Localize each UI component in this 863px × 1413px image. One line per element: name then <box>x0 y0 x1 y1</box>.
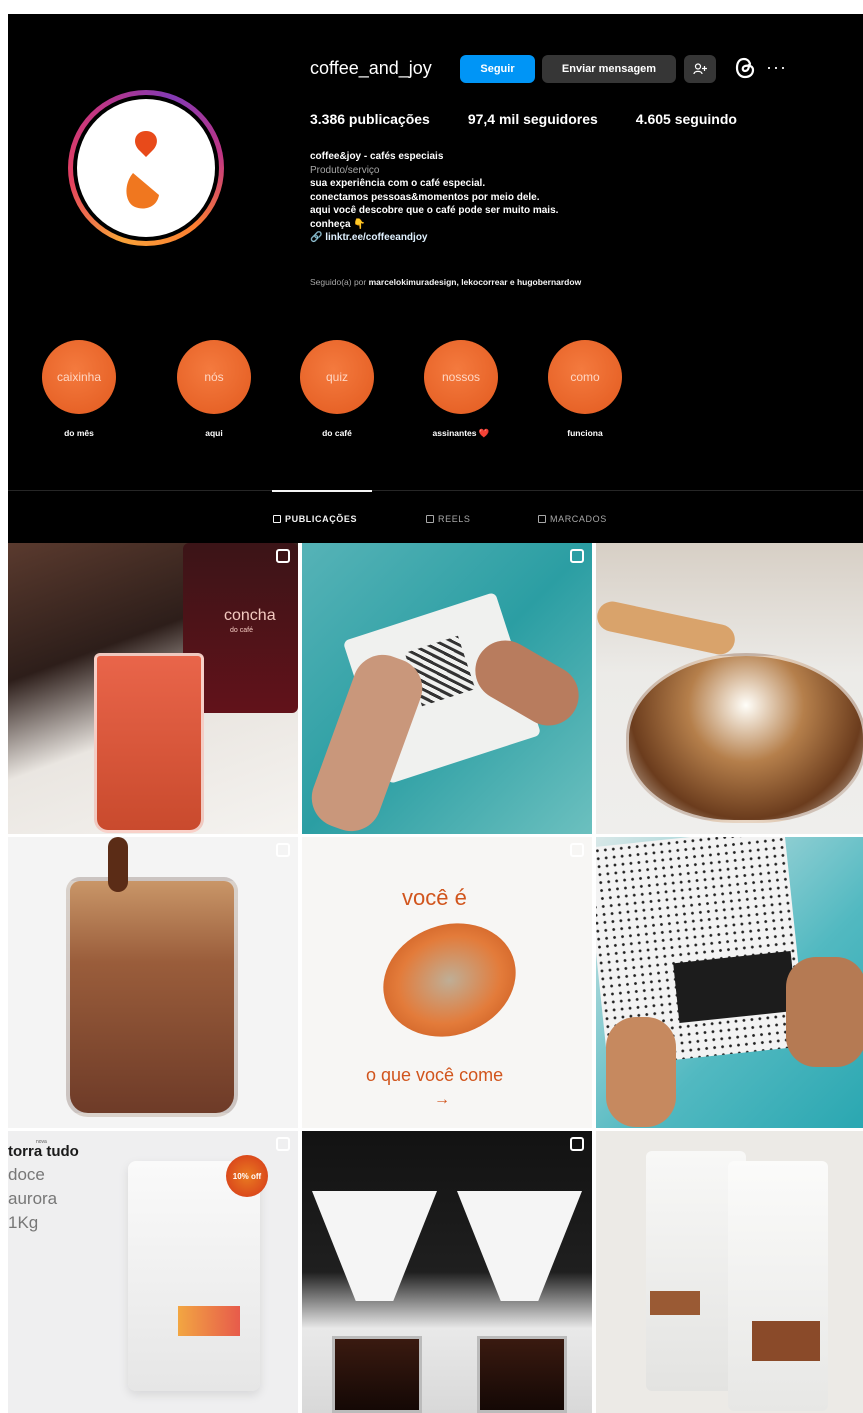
tab-marcados[interactable]: MARCADOS <box>538 514 607 524</box>
post-tile[interactable] <box>302 543 592 834</box>
follow-button[interactable]: Seguir <box>460 55 535 83</box>
bio-line: conectamos pessoas&momentos por meio del… <box>310 191 540 203</box>
iced-coffee-glass-image <box>66 877 238 1117</box>
discount-badge: 10% off <box>226 1155 268 1197</box>
highlight-label: funciona <box>567 428 603 438</box>
post-tile[interactable] <box>302 1131 592 1413</box>
highlight-label: do café <box>322 428 352 438</box>
coffee-server-image <box>477 1336 567 1413</box>
post-tile[interactable]: nova torra tudo doce aurora 1Kg 10% off <box>8 1131 298 1413</box>
tabs-divider <box>8 490 863 491</box>
bag-label-image <box>178 1306 240 1336</box>
arrow-right-icon: → <box>434 1091 450 1108</box>
tab-reels[interactable]: REELS <box>426 514 471 524</box>
highlight-label: aqui <box>205 428 223 438</box>
post-subline: o que você come <box>366 1065 504 1085</box>
highlight-label: assinantes ❤️ <box>432 428 490 438</box>
package-label-image <box>673 950 797 1024</box>
send-message-button[interactable]: Enviar mensagem <box>542 55 676 83</box>
hand-image <box>606 1017 676 1127</box>
coffee-server-image <box>332 1336 422 1413</box>
more-options-icon[interactable]: ··· <box>766 57 787 78</box>
hand-image <box>786 957 863 1067</box>
coffee-cherry-image <box>367 905 532 1055</box>
post-tile[interactable]: você é o que você come → <box>302 837 592 1128</box>
carousel-icon <box>276 1137 290 1151</box>
post-tile[interactable] <box>8 837 298 1128</box>
biscuit-image <box>596 598 738 658</box>
highlight-quiz[interactable]: quiz do café <box>298 340 376 438</box>
post-text-line: aurora <box>8 1189 58 1208</box>
profile-header: coffee_and_joy Seguir Enviar mensagem ··… <box>8 14 863 543</box>
grid-icon <box>273 515 281 523</box>
bag-label-image <box>650 1291 700 1315</box>
reels-icon <box>426 515 434 523</box>
add-person-icon <box>693 63 707 75</box>
post-text-line: doce <box>8 1165 45 1184</box>
avatar[interactable] <box>68 90 224 246</box>
link-icon: 🔗 <box>310 232 326 243</box>
followed-by-prefix: Seguido(a) por <box>310 277 367 287</box>
brand-logo-icon <box>126 131 159 209</box>
tagged-icon <box>538 515 546 523</box>
reel-icon <box>276 549 290 563</box>
highlight-cover: nossos <box>424 340 498 414</box>
bio-link-text[interactable]: linktr.ee/coffeeandjoy <box>325 232 427 243</box>
tab-label: MARCADOS <box>550 514 607 524</box>
threads-icon[interactable] <box>732 54 758 82</box>
profile-stats: 3.386 publicações 97,4 mil seguidores 4.… <box>310 111 737 127</box>
carousel-icon <box>570 843 584 857</box>
post-headline: você é <box>402 885 467 910</box>
highlight-cover: caixinha <box>42 340 116 414</box>
highlight-caixinha[interactable]: caixinha do mês <box>40 340 118 438</box>
post-tile[interactable]: concha do café <box>8 543 298 834</box>
followed-by[interactable]: Seguido(a) por marcelokimuradesign, leko… <box>310 277 581 287</box>
bio-line: aqui você descobre que o café pode ser m… <box>310 205 559 216</box>
suggest-accounts-button[interactable] <box>684 55 716 83</box>
bio-link[interactable]: 🔗 linktr.ee/coffeeandjoy <box>310 231 830 245</box>
tab-publicacoes[interactable]: PUBLICAÇÕES <box>273 514 357 524</box>
highlight-nossos[interactable]: nossos assinantes ❤️ <box>422 340 500 439</box>
coffee-pour-image <box>108 837 128 892</box>
package-brand-text: concha <box>224 607 276 624</box>
highlight-nos[interactable]: nós aqui <box>175 340 253 438</box>
dripper-image <box>312 1191 437 1301</box>
highlight-como[interactable]: como funciona <box>546 340 624 438</box>
profile-bio: coffee&joy - cafés especiais Produto/ser… <box>310 150 830 245</box>
active-tab-indicator <box>272 490 372 492</box>
post-tile[interactable] <box>596 837 863 1128</box>
posts-count: 3.386 publicações <box>310 111 430 127</box>
highlight-cover: nós <box>177 340 251 414</box>
reel-icon <box>570 1137 584 1151</box>
tiramisu-bowl-image <box>626 653 863 823</box>
profile-category: Produto/serviço <box>310 164 380 176</box>
post-text-line: 1Kg <box>8 1213 39 1232</box>
highlight-cover: como <box>548 340 622 414</box>
bio-line: sua experiência com o café especial. <box>310 178 486 189</box>
tab-label: REELS <box>438 514 471 524</box>
package-brand-sub: do café <box>230 627 253 634</box>
dripper-image <box>457 1191 582 1301</box>
post-tile[interactable] <box>596 1131 863 1413</box>
iced-tea-glass-image <box>94 653 204 833</box>
carousel-icon <box>570 549 584 563</box>
carousel-icon <box>276 843 290 857</box>
highlight-label: do mês <box>64 428 94 438</box>
username: coffee_and_joy <box>310 58 432 78</box>
followers-count[interactable]: 97,4 mil seguidores <box>468 111 598 127</box>
highlight-cover: quiz <box>300 340 374 414</box>
followed-by-names[interactable]: marcelokimuradesign, lekocorrear e hugob… <box>369 277 582 287</box>
tab-label: PUBLICAÇÕES <box>285 514 358 524</box>
coffee-bag-image <box>728 1161 828 1411</box>
bio-line: conheça 👇 <box>310 218 366 230</box>
post-tile[interactable] <box>596 543 863 834</box>
following-count[interactable]: 4.605 seguindo <box>636 111 737 127</box>
instagram-profile-page: coffee_and_joy Seguir Enviar mensagem ··… <box>0 0 863 1413</box>
post-text-title: torra tudo <box>8 1143 79 1160</box>
profile-name: coffee&joy - cafés especiais <box>310 151 444 162</box>
bag-label-image <box>752 1321 820 1361</box>
